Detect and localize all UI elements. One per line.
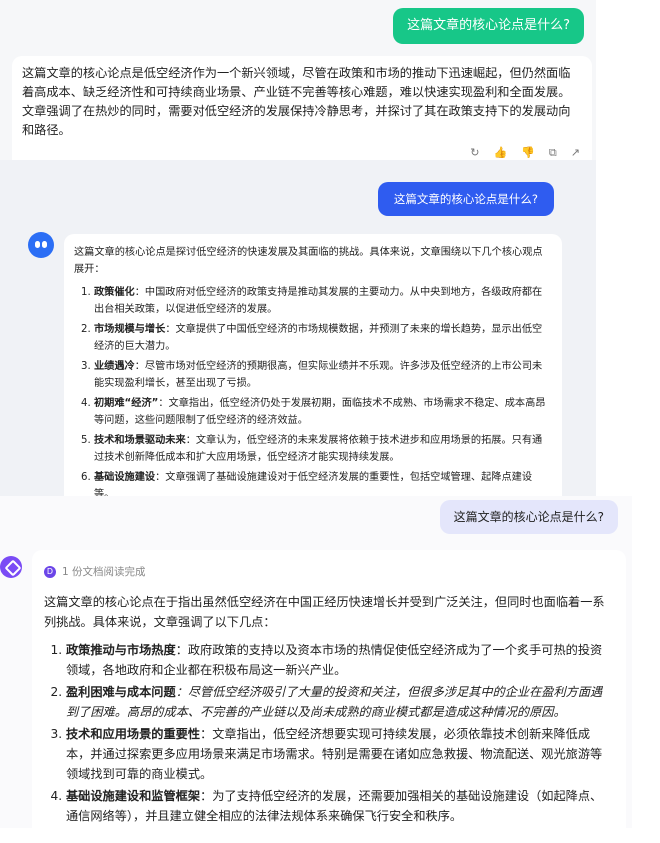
assistant-answer-card: 这篇文章的核心论点是探讨低空经济的快速发展及其面临的挑战。具体来说，文章围绕以下… [64,234,562,496]
answer-intro: 这篇文章的核心论点是探讨低空经济的快速发展及其面临的挑战。具体来说，文章围绕以下… [74,247,543,275]
point-title: 政策推动与市场热度 [66,643,176,657]
user-question-bubble: 这篇文章的核心论点是什么? [377,182,554,216]
list-item: 市场规模与增长：文章提供了中国低空经济的市场规模数据，并预测了未来的增长趋势，显… [94,321,552,355]
answer-intro: 这篇文章的核心论点在于指出虽然低空经济在中国正经历快速增长并受到广泛关注，但同时… [44,595,605,629]
chat-panel-3: 这篇文章的核心论点是什么? D 1 份文档阅读完成 这篇文章的核心论点在于指出虽… [0,496,632,828]
point-text: ：尽管市场对低空经济的预期很高，但实际业绩并不乐观。许多涉及低空经济的上市公司未… [94,361,543,389]
answer-points: 政策推动与市场热度：政府政策的支持以及资本市场的热情促使低空经济成为了一个炙手可… [44,640,614,826]
user-question-bubble: 这篇文章的核心论点是什么? [439,500,618,534]
point-title: 盈利困难与成本问题 [66,685,176,699]
point-title: 技术和应用场景的重要性 [66,727,201,741]
assistant-answer-card: D 1 份文档阅读完成 这篇文章的核心论点在于指出虽然低空经济在中国正经历快速增… [32,550,626,828]
point-title: 业绩遇冷 [94,361,135,372]
list-item: 技术和应用场景的重要性：文章指出，低空经济想要实现可持续发展，必须依靠技术创新来… [66,724,614,784]
copy-icon[interactable]: ⧉ [549,143,557,160]
point-title: 初期难“经济” [94,398,159,409]
answer-actions: ↻ 👍 👎 ⧉ ↗ [470,143,580,160]
point-title: 市场规模与增长 [94,324,166,335]
point-text: ：文章强调了基础设施建设对于低空经济发展的重要性，包括空域管理、起降点建设等。 [94,472,533,496]
list-item: 政策推动与市场热度：政府政策的支持以及资本市场的热情促使低空经济成为了一个炙手可… [66,640,614,680]
user-question-bubble: 这篇文章的核心论点是什么? [393,8,584,44]
list-item: 盈利困难与成本问题：尽管低空经济吸引了大量的投资和关注，但很多涉足其中的企业在盈… [66,682,614,722]
status-text: 1 份文档阅读完成 [62,566,146,578]
point-title: 基础设施建设 [94,472,156,483]
answer-text: 这篇文章的核心论点是低空经济作为一个新兴领域，尽管在政策和市场的推动下迅速崛起，… [22,66,571,137]
list-item: 基础设施建设和监管框架：为了支持低空经济的发展，还需要加强相关的基础设施建设（如… [66,786,614,826]
share-icon[interactable]: ↗ [571,143,580,160]
point-text: ：文章指出，低空经济仍处于发展初期，面临技术不成熟、市场需求不稳定、成本高昂等问… [94,398,546,426]
assistant-avatar [0,556,22,578]
chat-panel-2: 这篇文章的核心论点是什么? 这篇文章的核心论点是探讨低空经济的快速发展及其面临的… [0,160,596,496]
list-item: 初期难“经济”：文章指出，低空经济仍处于发展初期，面临技术不成熟、市场需求不稳定… [94,395,552,429]
point-title: 技术和场景驱动未来 [94,435,186,446]
assistant-avatar [28,232,54,258]
point-title: 基础设施建设和监管框架 [66,789,201,803]
thumbs-up-icon[interactable]: 👍 [494,143,508,160]
thumbs-down-icon[interactable]: 👎 [521,143,535,160]
document-read-status[interactable]: D 1 份文档阅读完成 [44,562,614,582]
answer-points: 政策催化：中国政府对低空经济的政策支持是推动其发展的主要动力。从中央到地方，各级… [74,284,552,496]
list-item: 基础设施建设：文章强调了基础设施建设对于低空经济发展的重要性，包括空域管理、起降… [94,469,552,496]
list-item: 技术和场景驱动未来：文章认为，低空经济的未来发展将依赖于技术进步和应用场景的拓展… [94,432,552,466]
assistant-answer-card: 这篇文章的核心论点是低空经济作为一个新兴领域，尽管在政策和市场的推动下迅速崛起，… [12,56,592,160]
point-text: ：中国政府对低空经济的政策支持是推动其发展的主要动力。从中央到地方，各级政府都在… [94,287,543,315]
chat-panel-1: 这篇文章的核心论点是什么? 这篇文章的核心论点是低空经济作为一个新兴领域，尽管在… [0,0,596,160]
list-item: 政策催化：中国政府对低空经济的政策支持是推动其发展的主要动力。从中央到地方，各级… [94,284,552,318]
document-icon: D [44,566,56,578]
refresh-icon[interactable]: ↻ [470,143,479,160]
list-item: 业绩遇冷：尽管市场对低空经济的预期很高，但实际业绩并不乐观。许多涉及低空经济的上… [94,358,552,392]
point-title: 政策催化 [94,287,135,298]
